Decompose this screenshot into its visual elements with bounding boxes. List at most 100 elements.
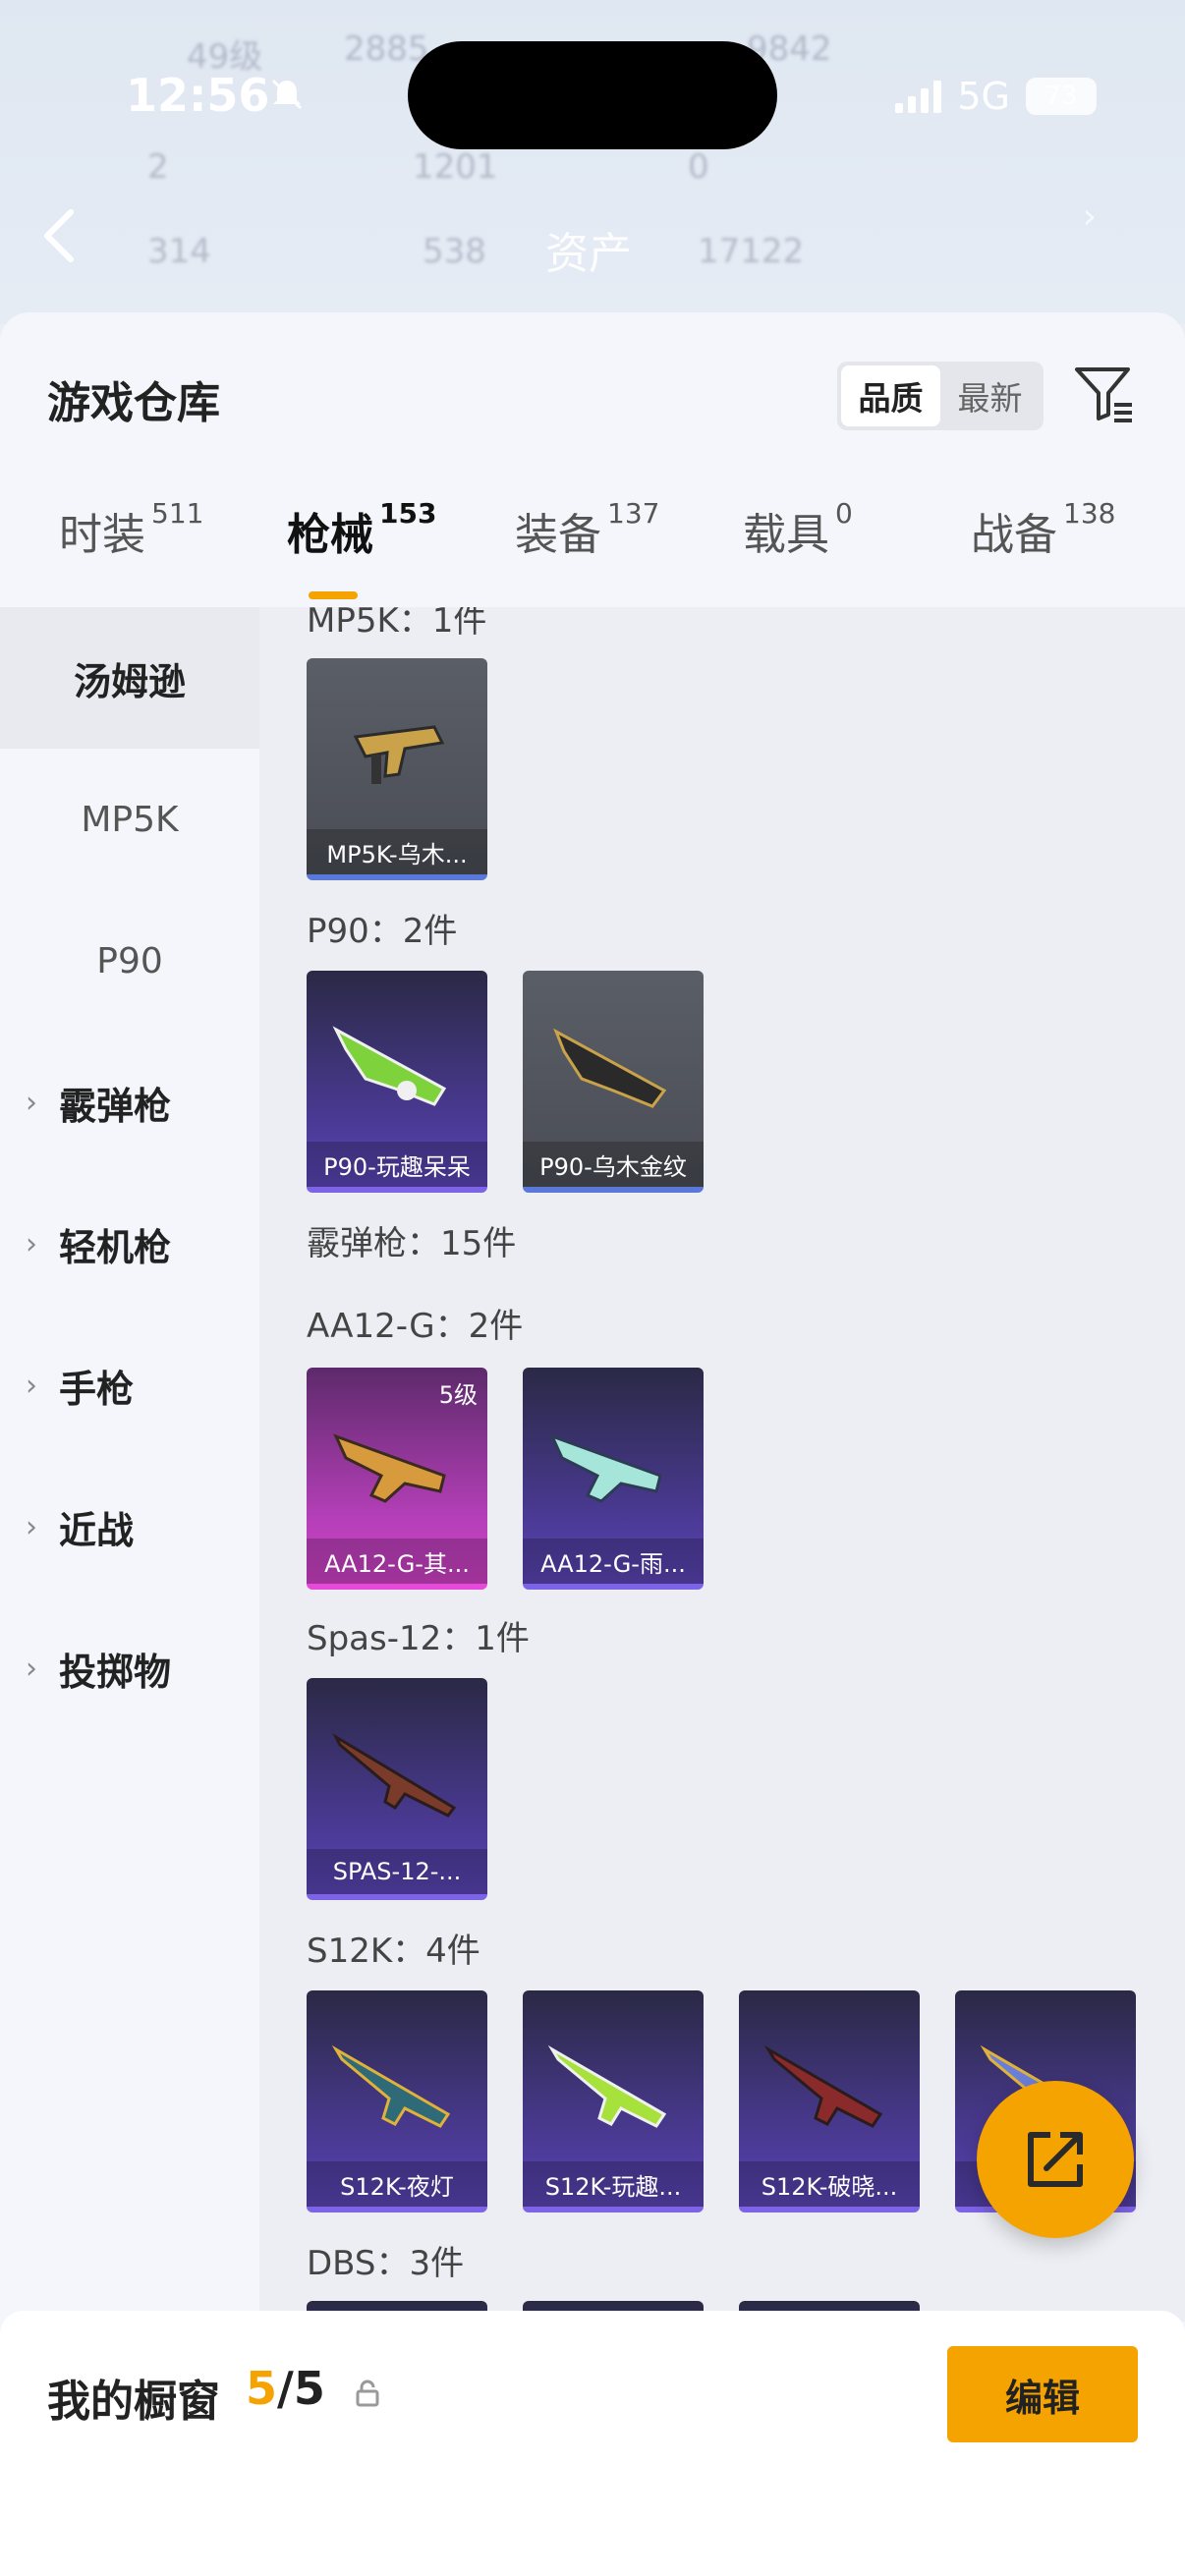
sort-option-quality[interactable]: 品质 <box>841 365 940 426</box>
tab-count: 137 <box>607 497 660 530</box>
share-icon <box>1028 2132 1083 2187</box>
category-group-melee[interactable]: › 近战 <box>0 1456 259 1597</box>
item-card[interactable]: AA12-G-雨... <box>523 1368 704 1590</box>
tab-label: 载具 <box>743 510 829 560</box>
chevron-right-icon: › <box>26 1226 37 1261</box>
blur-text: 17122 <box>698 232 805 271</box>
chevron-right-icon: › <box>26 1085 37 1120</box>
gun-icon <box>763 2044 883 2128</box>
item-card[interactable]: S12K-破晓... <box>739 1990 920 2212</box>
gun-icon <box>547 2044 667 2128</box>
item-grid: MP5K：1件 MP5K-乌木... P90：2件 P90-玩趣呆呆 P90-乌… <box>259 607 1185 2322</box>
gun-icon <box>333 1433 446 1503</box>
status-right: 5G 73 <box>895 75 1097 118</box>
showcase-count: 5/5 <box>246 2362 325 2415</box>
category-label: 近战 <box>59 1508 135 1552</box>
showcase-bar: 我的橱窗 5/5 编辑 <box>0 2311 1185 2576</box>
section-label-mp5k: MP5K：1件 <box>307 607 487 641</box>
category-label: 霰弹枪 <box>59 1084 172 1128</box>
category-group-shotgun[interactable]: › 霰弹枪 <box>0 1032 259 1173</box>
section-label-s12k: S12K：4件 <box>307 1932 480 1971</box>
tab-label: 时装 <box>59 510 145 560</box>
dynamic-island <box>408 41 777 149</box>
showcase-current: 5 <box>246 2362 278 2415</box>
category-item-p90[interactable]: P90 <box>0 890 259 1032</box>
tab-label: 枪械 <box>287 510 373 560</box>
mute-bell-icon <box>267 75 307 114</box>
blur-text: 1201 <box>413 147 498 187</box>
showcase-label: 我的橱窗 <box>47 2377 220 2427</box>
tab-vehicles[interactable]: 载具 0 <box>743 497 853 562</box>
tab-count: 138 <box>1063 497 1116 530</box>
item-name: AA12-G-其... <box>307 1539 487 1584</box>
category-item-thompson[interactable]: 汤姆逊 <box>0 607 259 749</box>
section-label-spas12: Spas-12：1件 <box>307 1619 530 1658</box>
item-card[interactable]: S12K-夜灯 <box>307 1990 487 2212</box>
showcase-separator: / <box>277 2362 294 2415</box>
share-fab-button[interactable] <box>977 2081 1134 2238</box>
category-label: 手枪 <box>59 1367 135 1411</box>
item-name: SPAS-12-... <box>307 1849 487 1894</box>
blur-text: 538 <box>423 232 486 271</box>
item-card[interactable]: MP5K-乌木... <box>307 658 487 880</box>
category-sidebar: 汤姆逊 MP5K P90 › 霰弹枪 › 轻机枪 › 手枪 › 近战 › 投掷物 <box>0 607 259 2322</box>
item-name: S12K-破晓... <box>739 2161 920 2207</box>
item-name: S12K-夜灯 <box>307 2161 487 2207</box>
chevron-right-icon: › <box>26 1651 37 1686</box>
blur-text: 2885 <box>344 29 429 69</box>
tab-count: 0 <box>835 497 853 530</box>
gun-icon <box>553 1028 667 1108</box>
item-name: MP5K-乌木... <box>307 829 487 874</box>
category-group-pistol[interactable]: › 手枪 <box>0 1315 259 1456</box>
category-label: 轻机枪 <box>59 1225 172 1269</box>
item-name: AA12-G-雨... <box>523 1539 704 1584</box>
filter-icon[interactable] <box>1071 362 1136 426</box>
item-name: S12K-玩趣... <box>523 2161 704 2207</box>
category-item-mp5k[interactable]: MP5K <box>0 749 259 890</box>
gun-icon <box>332 1026 447 1106</box>
background-header: 49级 2885 9842 2 1201 0 314 538 17122 12:… <box>0 0 1185 324</box>
gun-icon <box>353 725 445 784</box>
tab-fashion[interactable]: 时装 511 <box>59 497 204 562</box>
edit-button[interactable]: 编辑 <box>947 2346 1138 2442</box>
category-label: 投掷物 <box>59 1650 172 1694</box>
item-card[interactable]: P90-乌木金纹 <box>523 971 704 1193</box>
tab-equipment[interactable]: 装备 137 <box>515 497 660 562</box>
active-tab-indicator <box>309 591 358 599</box>
item-card[interactable]: P90-玩趣呆呆 <box>307 971 487 1193</box>
tab-supplies[interactable]: 战备 138 <box>971 497 1116 562</box>
item-level-badge: 5级 <box>438 1381 478 1409</box>
network-label: 5G <box>957 75 1010 118</box>
section-label-p90: P90：2件 <box>307 912 458 951</box>
tab-guns[interactable]: 枪械 153 <box>287 497 437 562</box>
chevron-right-icon: › <box>1082 196 1097 237</box>
signal-icon <box>895 80 942 113</box>
section-label-dbs: DBS：3件 <box>307 2244 465 2283</box>
tab-bar: 时装 511 枪械 153 装备 137 载具 0 战备 138 <box>0 497 1185 607</box>
page-title: 游戏仓库 <box>47 378 220 428</box>
category-group-lmg[interactable]: › 轻机枪 <box>0 1173 259 1315</box>
section-label-aa12: AA12-G：2件 <box>307 1307 524 1346</box>
warehouse-sheet: 游戏仓库 品质 最新 时装 511 枪械 153 装备 137 载具 0 战备 138 <box>0 312 1185 2576</box>
lock-icon <box>354 2380 381 2407</box>
item-name: P90-乌木金纹 <box>523 1142 704 1187</box>
blur-text: 314 <box>147 232 211 271</box>
battery-icon: 73 <box>1026 78 1097 115</box>
sort-segmented-control[interactable]: 品质 最新 <box>837 362 1044 430</box>
back-icon[interactable] <box>39 206 79 265</box>
status-time: 12:56 <box>126 69 270 122</box>
gun-icon <box>332 1733 457 1818</box>
tab-label: 战备 <box>971 510 1057 560</box>
category-group-throwable[interactable]: › 投掷物 <box>0 1597 259 1739</box>
item-card[interactable]: SPAS-12-... <box>307 1678 487 1900</box>
sort-option-newest[interactable]: 最新 <box>940 365 1040 426</box>
item-card[interactable]: S12K-玩趣... <box>523 1990 704 2212</box>
section-label-shotgun: 霰弹枪：15件 <box>307 1224 517 1263</box>
gun-icon <box>331 2044 451 2128</box>
item-card[interactable]: 5级 AA12-G-其... <box>307 1368 487 1590</box>
showcase-total: 5 <box>293 2362 325 2415</box>
chevron-right-icon: › <box>26 1368 37 1403</box>
chevron-right-icon: › <box>26 1509 37 1544</box>
tab-count: 153 <box>379 497 437 530</box>
tab-count: 511 <box>151 497 204 530</box>
